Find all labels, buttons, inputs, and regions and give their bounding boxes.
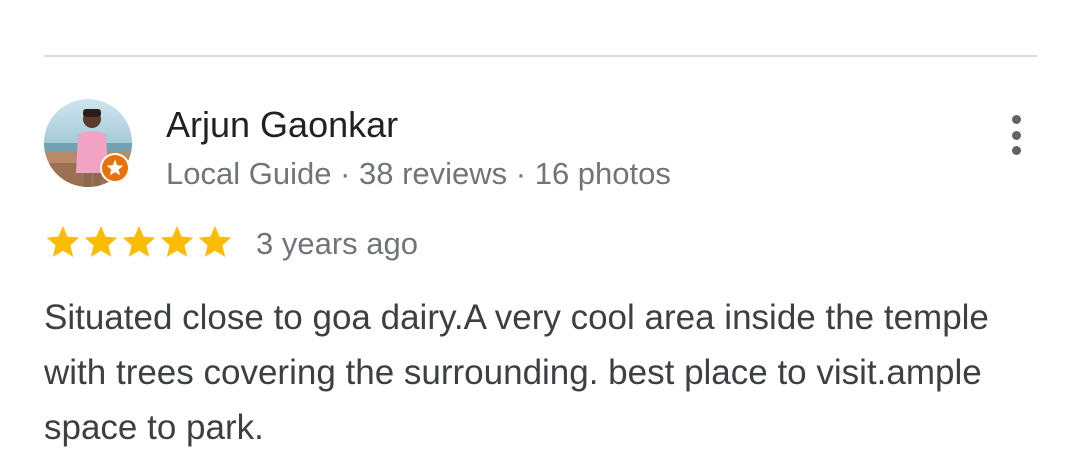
star-icon [122,225,156,257]
author-avatar[interactable] [44,99,132,187]
more-options-button[interactable] [996,110,1036,160]
local-guide-star-icon [102,155,128,181]
author-meta: Local Guide · 38 reviews · 16 photos [166,156,671,191]
star-icon [160,225,194,257]
star-icon [198,225,232,257]
star-icon [46,225,80,257]
review-text: Situated close to goa dairy.A very cool … [44,298,989,447]
more-vert-dot [1011,130,1021,140]
star-rating [44,223,234,261]
star-icon [84,225,118,257]
section-divider [44,55,1037,57]
more-vert-dot [1011,115,1021,124]
more-vert-dot [1011,146,1021,155]
author-name[interactable]: Arjun Gaonkar [166,103,398,147]
local-guide-badge [100,153,130,183]
review-time: 3 years ago [256,226,418,261]
